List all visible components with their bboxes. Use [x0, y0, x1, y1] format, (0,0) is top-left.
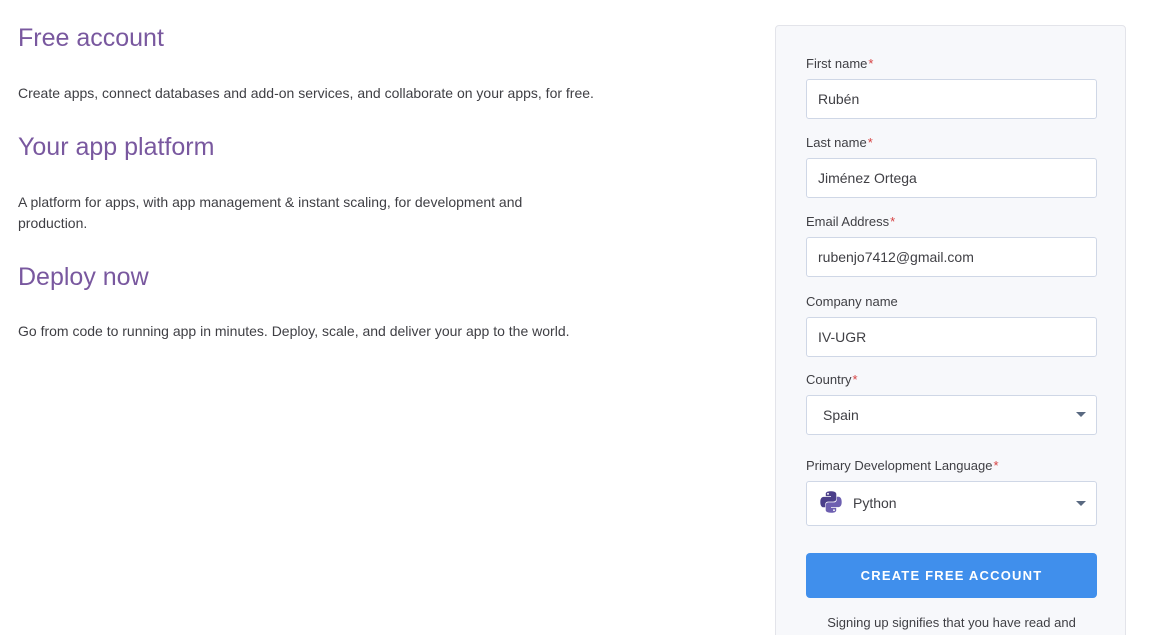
language-selected-value: Python: [853, 495, 897, 511]
required-marker: *: [890, 214, 896, 229]
company-input[interactable]: IV-UGR: [806, 317, 1097, 357]
required-marker: *: [867, 135, 873, 150]
email-input[interactable]: rubenjo7412@gmail.com: [806, 237, 1097, 277]
last-name-label: Last name*: [806, 135, 873, 150]
last-name-field: Last name* Jiménez Ortega: [806, 135, 1097, 198]
create-account-button[interactable]: CREATE FREE ACCOUNT: [806, 553, 1097, 598]
required-marker: *: [993, 458, 999, 473]
first-name-input[interactable]: Rubén: [806, 79, 1097, 119]
chevron-down-icon: [1076, 412, 1086, 417]
country-selected-value: Spain: [823, 407, 859, 423]
feature-description: Create apps, connect databases and add-o…: [18, 85, 594, 101]
feature-title: Your app platform: [18, 133, 215, 161]
required-marker: *: [852, 372, 858, 387]
feature-description: Go from code to running app in minutes. …: [18, 323, 570, 339]
country-field: Country* Spain: [806, 372, 1097, 435]
email-label: Email Address*: [806, 214, 896, 229]
required-marker: *: [868, 56, 874, 71]
company-field: Company name IV-UGR: [806, 294, 1097, 357]
signup-form: First name* Rubén Last name* Jiménez Ort…: [775, 25, 1126, 635]
last-name-input[interactable]: Jiménez Ortega: [806, 158, 1097, 198]
feature-title: Free account: [18, 24, 164, 52]
signup-page: Free account Create apps, connect databa…: [0, 0, 1161, 635]
company-label: Company name: [806, 294, 898, 309]
first-name-field: First name* Rubén: [806, 56, 1097, 119]
terms-notice: Signing up signifies that you have read …: [827, 615, 1076, 630]
language-select[interactable]: Python: [806, 481, 1097, 526]
first-name-label: First name*: [806, 56, 874, 71]
country-label: Country*: [806, 372, 858, 387]
country-select[interactable]: Spain: [806, 395, 1097, 435]
chevron-down-icon: [1076, 501, 1086, 506]
feature-description: A platform for apps, with app management…: [18, 194, 523, 231]
feature-title: Deploy now: [18, 263, 149, 291]
language-label: Primary Development Language*: [806, 458, 999, 473]
python-logo-icon: [820, 491, 842, 514]
email-field: Email Address* rubenjo7412@gmail.com: [806, 214, 1097, 277]
language-field: Primary Development Language* Python: [806, 458, 1097, 526]
